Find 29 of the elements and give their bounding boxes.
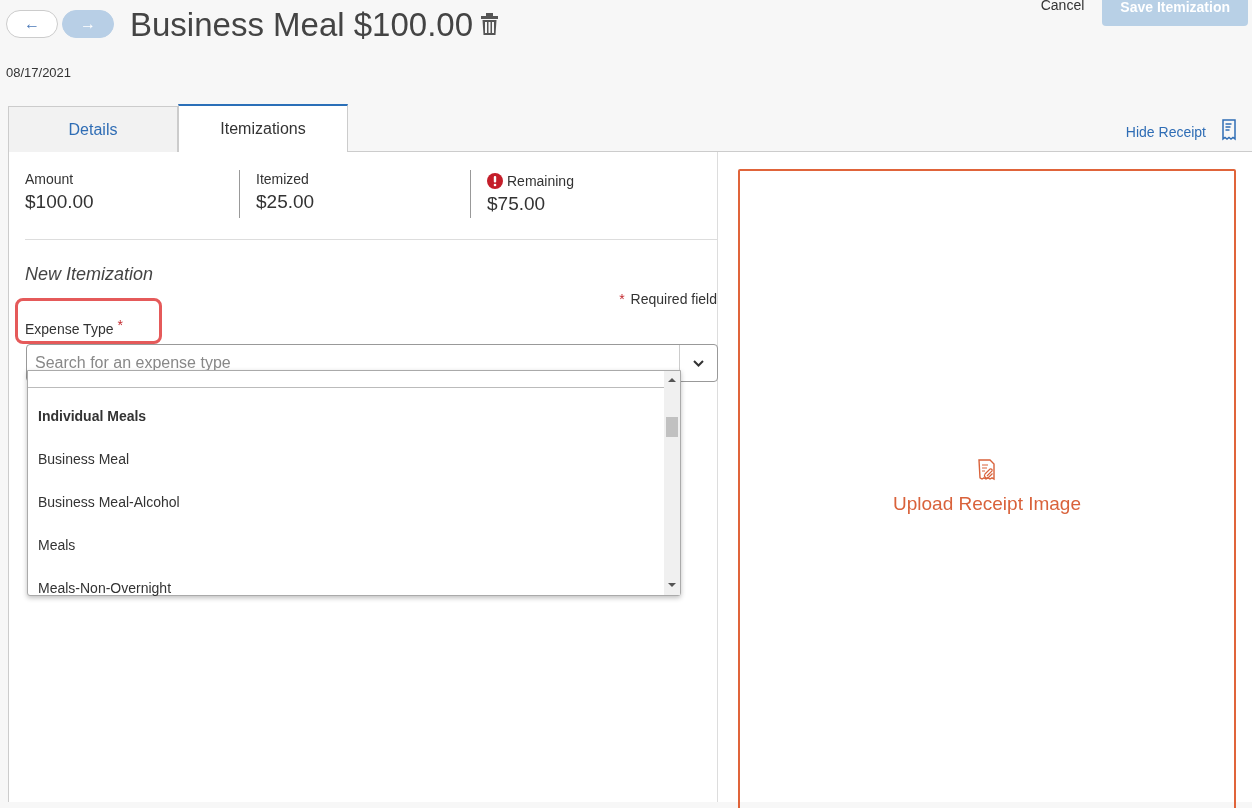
summary-value: $100.00 (25, 191, 95, 213)
cancel-link[interactable]: Cancel (1040, 0, 1085, 13)
field-label: Expense Type (25, 321, 114, 337)
receipt-clip-icon (978, 459, 996, 481)
summary-label: Amount (25, 171, 74, 187)
option-group-heading: Individual Meals (37, 407, 148, 426)
chevron-icon (693, 359, 704, 367)
tab[interactable]: Details (8, 106, 178, 152)
receipt-icon[interactable] (1222, 119, 1236, 141)
dropdown-option[interactable]: Business Meal-Alcohol (28, 480, 664, 523)
required-field-note: Required field (630, 291, 717, 307)
dropdown-option[interactable]: Meals-Non-Overnight (28, 566, 664, 609)
summary-value: $25.00 (256, 191, 316, 213)
section-heading: New Itemization (25, 264, 154, 285)
dropdown-option[interactable]: Business Meal (28, 437, 664, 480)
summary-label: Itemized (256, 171, 309, 187)
tab[interactable]: Itemizations (178, 104, 348, 152)
report-date: 08/17/2021 (6, 65, 72, 80)
dropdown-option[interactable]: Meals (28, 523, 664, 566)
hide-receipt-link[interactable]: Hide Receipt (1125, 124, 1206, 140)
back-button[interactable]: ← (6, 10, 58, 38)
expense-title: Business Meal $100.00 (130, 6, 474, 44)
required-asterisk: * (619, 291, 625, 307)
summary-value: $75.00 (487, 193, 547, 215)
upload-receipt-label[interactable]: Upload Receipt Image (893, 493, 1081, 515)
required-asterisk: * (117, 317, 123, 335)
summary-label: Remaining (507, 173, 574, 189)
receipt-upload-area[interactable]: Upload Receipt Image (738, 169, 1236, 808)
trash-icon[interactable] (481, 13, 499, 35)
